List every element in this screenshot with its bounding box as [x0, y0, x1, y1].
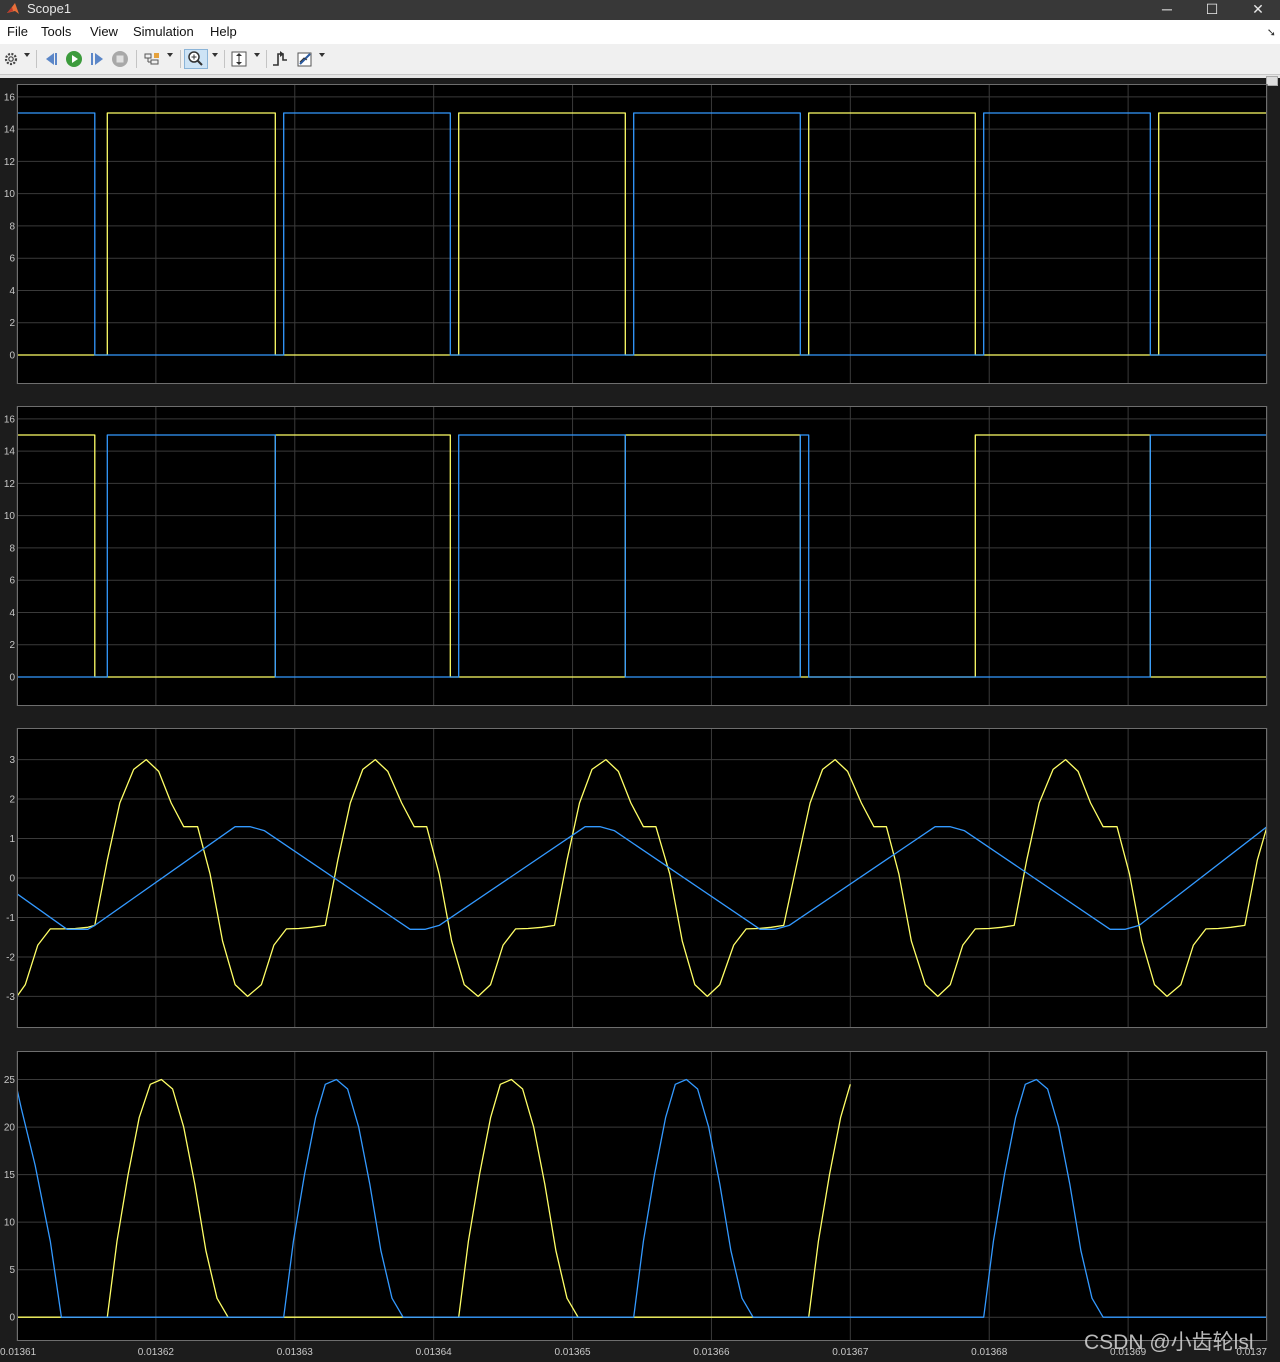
y-tick-label: 10	[4, 189, 16, 200]
y-tick-label: 5	[9, 1265, 15, 1276]
y-tick-label: 2	[9, 795, 15, 806]
y-tick-label: 0	[9, 672, 15, 683]
y-tick-label: 2	[9, 640, 15, 651]
y-tick-label: 12	[4, 157, 16, 168]
scope-axes-2: 0 2 4 6 8 10 12 14 16	[4, 406, 1268, 706]
scope-axes-3: -3 -2 -1 0 1 2 3	[6, 728, 1268, 1028]
y-tick-label: 4	[9, 608, 15, 619]
y-tick-label: 14	[4, 447, 16, 458]
scope-plots: 02468101214160246810121416-3-2-101230510…	[0, 84, 1268, 1358]
y-tick-label: 15	[4, 1170, 16, 1181]
y-tick-label: 4	[9, 286, 15, 297]
y-tick-label: 16	[4, 414, 16, 425]
y-tick-label: 8	[9, 221, 15, 232]
watermark: CSDN @小齿轮lsl	[1084, 1331, 1254, 1354]
y-tick-label: 16	[4, 92, 16, 103]
y-tick-label: 3	[9, 755, 15, 766]
x-tick-label: 0.01366	[693, 1347, 730, 1358]
x-tick-label: 0.01362	[138, 1347, 175, 1358]
y-tick-label: 12	[4, 479, 16, 490]
x-tick-label: 0.01368	[971, 1347, 1008, 1358]
y-tick-label: 6	[9, 576, 15, 587]
y-tick-label: 8	[9, 543, 15, 554]
y-tick-label: 0	[9, 350, 15, 361]
y-tick-label: 14	[4, 125, 16, 136]
y-tick-label: 0	[9, 1313, 15, 1324]
scope-axes-4: 0 5 10 15 20 25 0.01361 0.01362 0.01363 0.01364 0.…	[0, 1051, 1268, 1358]
y-tick-label: 2	[9, 318, 15, 329]
x-tick-label: 0.01367	[832, 1347, 869, 1358]
y-tick-label: 10	[4, 511, 16, 522]
x-tick-label: 0.01361	[0, 1347, 37, 1358]
y-tick-label: -3	[6, 992, 15, 1003]
y-tick-label: 20	[4, 1123, 16, 1134]
y-tick-label: 1	[9, 834, 15, 845]
x-tick-label: 0.01363	[277, 1347, 314, 1358]
y-tick-label: 0	[9, 874, 15, 885]
x-tick-label: 0.01365	[554, 1347, 591, 1358]
scope-axes-1: 0 2 4 6 8 10 12 14 16	[4, 84, 1268, 384]
axes-background	[17, 1051, 1267, 1341]
y-tick-label: 10	[4, 1218, 16, 1229]
y-tick-label: 6	[9, 254, 15, 265]
y-tick-label: 25	[4, 1075, 16, 1086]
y-tick-label: -1	[6, 913, 15, 924]
y-tick-label: -2	[6, 952, 15, 963]
x-tick-label: 0.01364	[416, 1347, 453, 1358]
